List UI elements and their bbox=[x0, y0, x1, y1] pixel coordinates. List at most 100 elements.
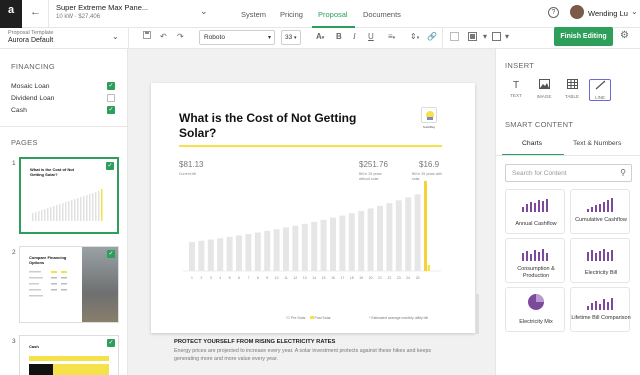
chevron-down-icon[interactable]: ⌄ bbox=[631, 7, 638, 16]
chart-bar-pre-4 bbox=[217, 238, 224, 271]
section-body[interactable]: Energy prices are projected to increase … bbox=[174, 347, 436, 363]
tab-proposal[interactable]: Proposal bbox=[318, 10, 348, 19]
right-panel: INSERT T TEXT IMAGE TABLE LINE SMART CON… bbox=[495, 49, 640, 375]
insert-image-tool[interactable]: IMAGE bbox=[533, 79, 555, 101]
frame-icon[interactable] bbox=[468, 32, 477, 43]
page-thumbnail-3[interactable]: Cash ✓ bbox=[19, 335, 119, 375]
user-name[interactable]: Wending Lu bbox=[588, 9, 628, 18]
chart-legend: Pre Solar Post Solar bbox=[286, 316, 331, 320]
save-icon[interactable] bbox=[143, 31, 151, 41]
underline-icon[interactable]: U bbox=[368, 32, 374, 41]
chart-bar-pre-19 bbox=[358, 210, 365, 271]
financing-heading: FINANCING bbox=[11, 62, 55, 71]
financing-item-dividend: Dividend Loan bbox=[11, 95, 55, 102]
card-electricity-bill[interactable]: Electricity Bill bbox=[570, 238, 630, 283]
italic-icon[interactable]: I bbox=[353, 32, 356, 41]
page-include-checkbox[interactable]: ✓ bbox=[107, 250, 115, 258]
cash-checkbox[interactable]: ✓ bbox=[107, 106, 115, 114]
card-electricity-mix[interactable]: Electricity Mix bbox=[505, 287, 565, 332]
chevron-down-icon[interactable]: ⌄ bbox=[200, 6, 208, 17]
page-include-checkbox[interactable]: ✓ bbox=[106, 162, 114, 170]
section-heading[interactable]: PROTECT YOURSELF FROM RISING ELECTRICITY… bbox=[174, 339, 335, 345]
chevron-down-icon[interactable]: ⌄ bbox=[112, 32, 119, 41]
thumbnail-block bbox=[29, 364, 109, 375]
page-thumbnail-1[interactable]: What is the Cost of Not Getting Solar? ✓ bbox=[19, 157, 119, 234]
cost-bar-chart[interactable]: 1 2 3 4 5 6 7 8 9 10 11 12 13 14 15 16 17 18 19 20 21 22 23 24 2… bbox=[179, 153, 449, 313]
card-label: Electricity Mix bbox=[519, 319, 553, 325]
font-family-value: Roboto bbox=[204, 34, 225, 41]
search-input[interactable]: Search for Content ⚲ bbox=[505, 164, 632, 182]
left-panel: FINANCING Mosaic Loan ✓ Dividend Loan Ca… bbox=[0, 49, 128, 375]
fill-color-icon[interactable] bbox=[492, 32, 501, 43]
page-number: 3 bbox=[12, 338, 16, 345]
table-icon bbox=[561, 79, 583, 93]
app-root: a ← Super Extreme Max Pane... 10 kW · $2… bbox=[0, 0, 640, 375]
redo-icon[interactable]: ↷ bbox=[177, 32, 184, 41]
link-icon[interactable]: 🔗 bbox=[427, 32, 437, 41]
annual-cashflow-icon bbox=[522, 199, 548, 212]
thumbnail-photo bbox=[82, 247, 118, 322]
insert-line-tool[interactable]: LINE bbox=[589, 79, 611, 101]
avatar[interactable] bbox=[570, 5, 584, 19]
text-color-icon[interactable]: A▾ bbox=[316, 32, 324, 41]
font-family-select[interactable]: Roboto ▾ bbox=[199, 30, 275, 45]
dividend-loan-checkbox[interactable] bbox=[107, 94, 115, 102]
aurora-logo-icon[interactable]: a bbox=[5, 4, 17, 18]
card-lifetime-bill[interactable]: Lifetime Bill Comparison bbox=[570, 287, 631, 332]
chart-tick-label: 13 bbox=[303, 276, 307, 280]
back-arrow-icon[interactable]: ← bbox=[30, 6, 41, 18]
insert-text-tool[interactable]: T TEXT bbox=[505, 79, 527, 101]
line-spacing-icon[interactable]: ⇕▾ bbox=[410, 32, 419, 41]
financing-item-cash: Cash bbox=[11, 107, 27, 114]
project-title[interactable]: Super Extreme Max Pane... bbox=[56, 3, 148, 12]
text-icon: T bbox=[512, 80, 520, 91]
card-consumption-production[interactable]: Consumption & Production bbox=[505, 238, 565, 283]
font-size-value: 33 bbox=[285, 34, 293, 41]
template-select[interactable]: Aurora Default bbox=[8, 37, 53, 44]
align-icon[interactable]: ≡▾ bbox=[388, 32, 395, 41]
tab-system[interactable]: System bbox=[241, 10, 266, 19]
proposal-page[interactable]: What is the Cost of Not Getting Solar? S… bbox=[151, 83, 475, 333]
chart-bar-pre-8 bbox=[254, 232, 261, 271]
font-size-select[interactable]: 33 ▾ bbox=[281, 30, 301, 45]
help-icon[interactable]: ? bbox=[548, 7, 559, 18]
canvas-scrollbar[interactable] bbox=[476, 294, 479, 334]
fill-chevron-icon[interactable]: ▾ bbox=[505, 32, 509, 41]
card-label: Consumption & Production bbox=[517, 266, 555, 279]
chart-tick-label: 2 bbox=[200, 276, 202, 280]
company-logo-text: SolarBay bbox=[422, 125, 436, 129]
chart-bar-pre-12 bbox=[292, 225, 299, 271]
finish-editing-button[interactable]: Finish Editing bbox=[554, 27, 613, 46]
chart-bar-pre-26 bbox=[424, 180, 427, 271]
layer-icon[interactable]: ▾ bbox=[483, 32, 487, 41]
chart-tick-label: 24 bbox=[406, 276, 410, 280]
top-bar: ← Super Extreme Max Pane... 10 kW · $27,… bbox=[22, 0, 640, 28]
tab-charts[interactable]: Charts bbox=[522, 140, 542, 147]
undo-icon[interactable]: ↶ bbox=[160, 32, 167, 41]
chart-bar-pre-6 bbox=[236, 235, 242, 271]
border-icon[interactable] bbox=[450, 32, 459, 43]
page-title[interactable]: What is the Cost of Not Getting Solar? bbox=[179, 111, 369, 141]
page-number: 1 bbox=[12, 160, 16, 167]
gear-icon[interactable]: ⚙ bbox=[620, 30, 629, 41]
insert-line-label: LINE bbox=[594, 95, 606, 100]
chart-tick-label: 11 bbox=[284, 276, 288, 280]
card-annual-cashflow[interactable]: Annual Cashflow bbox=[505, 189, 565, 234]
card-cumulative-cashflow[interactable]: Cumulative Cashflow bbox=[570, 189, 630, 234]
electricity-mix-icon bbox=[528, 294, 544, 310]
page-include-checkbox[interactable]: ✓ bbox=[107, 339, 115, 347]
divider bbox=[48, 0, 49, 28]
page-thumbnail-2[interactable]: Compare Financing Options ✓ bbox=[19, 246, 119, 323]
bold-icon[interactable]: B bbox=[336, 32, 342, 41]
chart-bar-pre-5 bbox=[226, 236, 233, 271]
tab-documents[interactable]: Documents bbox=[363, 10, 401, 19]
insert-table-tool[interactable]: TABLE bbox=[561, 79, 583, 101]
chart-bar-pre-14 bbox=[311, 221, 318, 271]
tab-pricing[interactable]: Pricing bbox=[280, 10, 303, 19]
chart-bar-pre-23 bbox=[395, 200, 402, 271]
project-size: 10 kW bbox=[56, 14, 74, 20]
mosaic-loan-checkbox[interactable]: ✓ bbox=[107, 82, 115, 90]
tab-text-numbers[interactable]: Text & Numbers bbox=[573, 140, 621, 147]
chart-note: * Estimated average monthly utility bill bbox=[369, 316, 428, 320]
company-logo[interactable] bbox=[421, 107, 437, 123]
